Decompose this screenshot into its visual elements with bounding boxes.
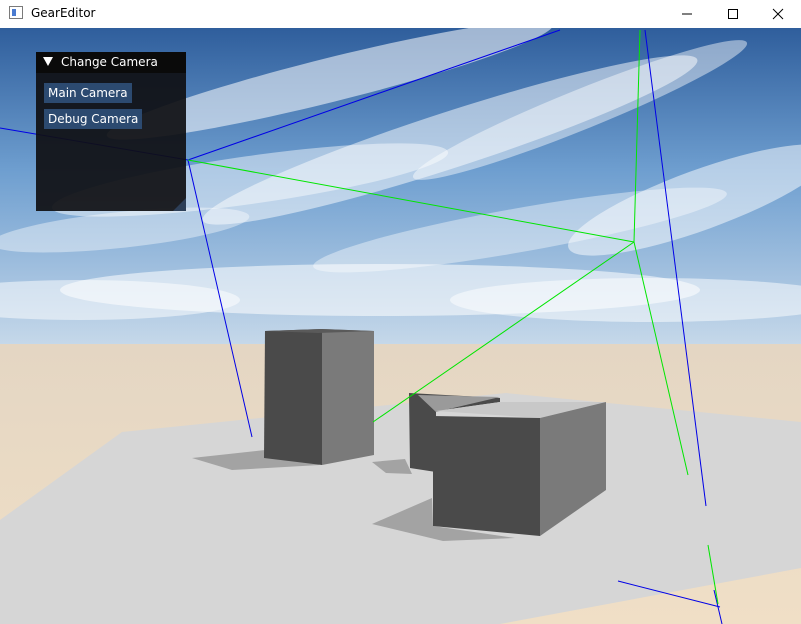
maximize-icon — [728, 9, 738, 19]
resize-grip[interactable] — [173, 198, 186, 211]
close-icon — [772, 8, 784, 20]
title-bar[interactable]: GearEditor — [0, 0, 801, 29]
viewport-3d[interactable]: Change Camera Main Camera Debug Camera — [0, 28, 801, 624]
window-title: GearEditor — [31, 6, 96, 20]
debug-camera-button[interactable]: Debug Camera — [44, 109, 143, 129]
change-camera-panel[interactable]: Change Camera Main Camera Debug Camera — [36, 52, 186, 211]
panel-header[interactable]: Change Camera — [36, 52, 186, 73]
panel-title: Change Camera — [61, 55, 158, 69]
close-button[interactable] — [755, 0, 801, 28]
main-camera-button[interactable]: Main Camera — [44, 83, 132, 103]
app-icon — [9, 6, 23, 19]
minimize-button[interactable] — [664, 0, 710, 28]
app-window: GearEditor Change Camera Main Camera Deb… — [0, 0, 801, 624]
cube-tall — [264, 329, 374, 465]
minimize-icon — [682, 13, 692, 15]
maximize-button[interactable] — [710, 0, 756, 28]
triangle-down-icon[interactable] — [43, 57, 53, 66]
